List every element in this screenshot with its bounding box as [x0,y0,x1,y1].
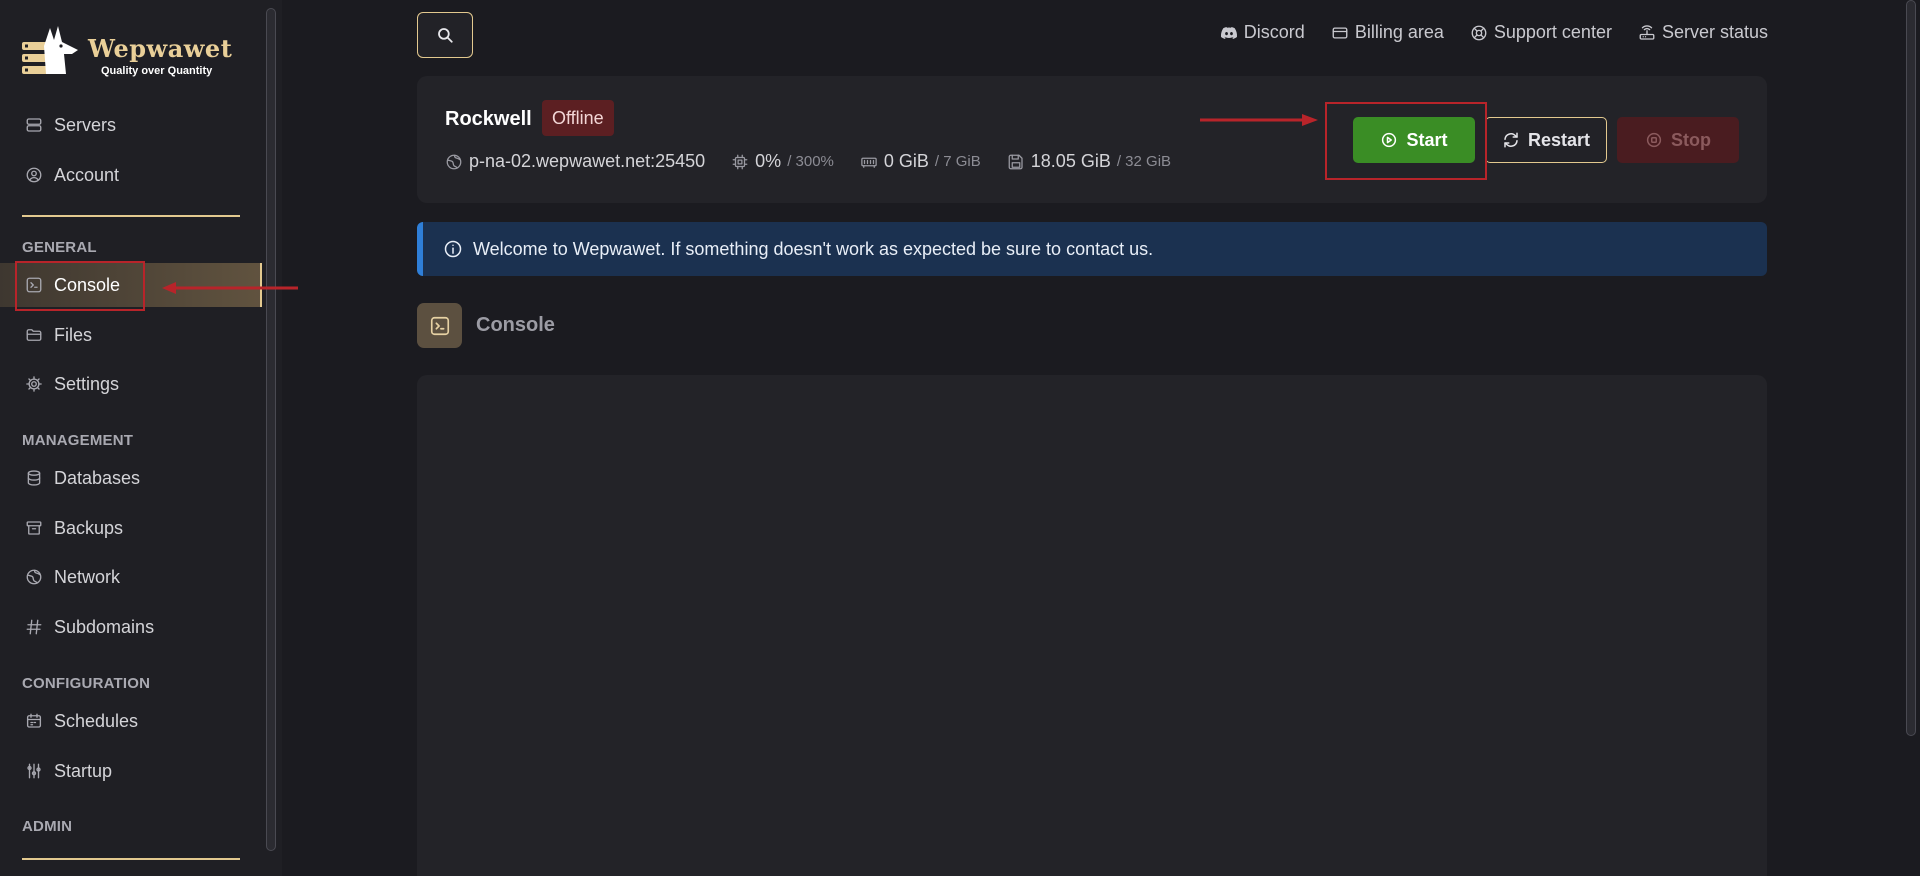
sidebar-item-backups[interactable]: Backups [0,506,262,550]
play-circle-icon [1382,132,1397,148]
memory-usage-limit: / 7 GiB [934,153,981,170]
search-icon [438,28,453,43]
start-button-label: Start [1406,129,1448,150]
archive-icon [24,518,44,538]
restart-button[interactable]: Restart [1485,117,1607,163]
console-badge [417,303,462,348]
discord-icon [1220,26,1237,39]
sidebar-item-label: Subdomains [54,616,155,637]
calendar-icon [24,711,44,731]
sidebar-item-databases[interactable]: Databases [0,456,262,500]
support-center-link-label: Support center [1493,22,1612,42]
brand-logo[interactable]: Wepwawet Quality over Quantity [20,24,240,84]
memory-usage: 0 GiB / 7 GiB [860,151,981,172]
credit-card-icon [1332,26,1348,39]
sliders-icon [24,761,44,781]
info-icon [444,240,462,258]
sidebar-item-label: Backups [54,517,124,538]
sidebar-item-schedules[interactable]: Schedules [0,699,262,743]
console-header: Console [417,303,555,348]
discord-link[interactable]: Discord [1220,22,1305,43]
section-label-admin: ADMIN [22,818,73,835]
console-output[interactable] [417,375,1767,876]
restart-button-label: Restart [1527,129,1591,150]
sidebar-item-label: Settings [54,373,120,394]
console-title: Console [476,314,555,336]
jackal-logo-icon [22,26,78,74]
sidebar-item-label: Network [54,566,121,587]
status-badge: Offline [542,100,614,136]
sidebar-scrollbar[interactable] [266,8,276,851]
server-status-link-label: Server status [1661,22,1768,42]
memory-icon [861,157,877,168]
page-scrollbar[interactable] [1906,0,1916,736]
disk-usage-limit: / 32 GiB [1116,153,1172,170]
sidebar-item-label: Files [54,324,93,345]
cpu-usage: 0% / 300% [731,151,834,172]
globe-icon [446,154,462,169]
sidebar-item-startup[interactable]: Startup [0,749,262,793]
server-stats: p-na-02.wepwawet.net:25450 0% / 300% 0 G… [445,151,1171,172]
discord-link-label: Discord [1243,22,1305,42]
save-disk-icon [1008,154,1023,169]
billing-area-link[interactable]: Billing area [1331,22,1444,43]
sidebar-divider [22,858,240,860]
sidebar-item-label: Startup [54,760,113,781]
welcome-alert-message: Welcome to Wepwawet. If something doesn'… [473,238,1154,259]
brand-tagline: Quality over Quantity [101,65,213,77]
sidebar: Wepwawet Quality over Quantity Servers A… [0,0,282,876]
brand-name: Wepwawet [88,34,233,63]
database-icon [24,468,44,488]
refresh-icon [1504,132,1518,148]
section-label-management: MANAGEMENT [22,432,134,449]
sidebar-item-settings[interactable]: Settings [0,362,262,406]
server-address-value: p-na-02.wepwawet.net:25450 [469,151,706,171]
cpu-usage-limit: / 300% [787,153,834,170]
sidebar-item-account[interactable]: Account [0,153,262,197]
hash-icon [24,617,44,637]
memory-usage-value: 0 GiB [883,151,929,171]
stop-button[interactable]: Stop [1617,117,1739,163]
sidebar-item-files[interactable]: Files [0,313,262,357]
sidebar-item-label: Servers [54,114,117,135]
server-name: Rockwell [445,108,532,130]
disk-usage-value: 18.05 GiB [1030,151,1111,171]
support-center-link[interactable]: Support center [1470,22,1612,43]
app-window: Wepwawet Quality over Quantity Servers A… [0,0,1920,876]
stop-button-label: Stop [1671,129,1711,150]
sidebar-item-servers[interactable]: Servers [0,103,262,147]
billing-area-link-label: Billing area [1354,22,1444,42]
terminal-icon [24,275,44,295]
folder-icon [24,325,44,345]
server-header-card: Rockwell Offline p-na-02.wepwawet.net:25… [417,76,1767,203]
sidebar-item-label: Schedules [54,710,139,731]
sidebar-item-label: Databases [54,467,141,488]
start-button[interactable]: Start [1353,117,1475,163]
search-button[interactable] [417,12,473,58]
section-label-general: GENERAL [22,239,97,256]
router-icon [1639,24,1655,40]
sidebar-item-label: Console [54,274,121,295]
cpu-icon [732,154,748,169]
globe-icon [24,567,44,587]
section-label-configuration: CONFIGURATION [22,675,151,692]
top-navigation: Discord Billing area Support center Serv… [1220,22,1768,43]
sidebar-item-network[interactable]: Network [0,555,262,599]
gear-icon [24,374,44,394]
sidebar-divider [22,215,240,217]
server-icon [24,115,44,135]
lifebuoy-icon [1471,25,1487,40]
server-status-link[interactable]: Server status [1638,22,1768,43]
sidebar-item-console[interactable]: Console [0,263,262,307]
cpu-usage-value: 0% [755,151,782,171]
sidebar-item-label: Account [54,164,120,185]
user-circle-icon [24,165,44,185]
terminal-icon [430,316,449,335]
disk-usage: 18.05 GiB / 32 GiB [1007,151,1171,172]
sidebar-item-subdomains[interactable]: Subdomains [0,605,262,649]
welcome-alert: Welcome to Wepwawet. If something doesn'… [417,222,1767,276]
server-address[interactable]: p-na-02.wepwawet.net:25450 [445,151,705,172]
stop-circle-icon [1646,132,1662,148]
